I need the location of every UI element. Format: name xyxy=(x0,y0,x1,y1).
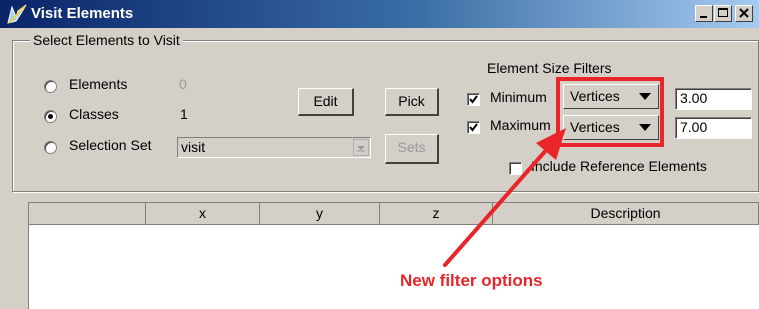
visit-elements-window: Visit Elements Select Elements to Visit … xyxy=(0,0,759,309)
annotation-text: New filter options xyxy=(400,271,543,290)
annotation-arrow xyxy=(443,128,566,267)
